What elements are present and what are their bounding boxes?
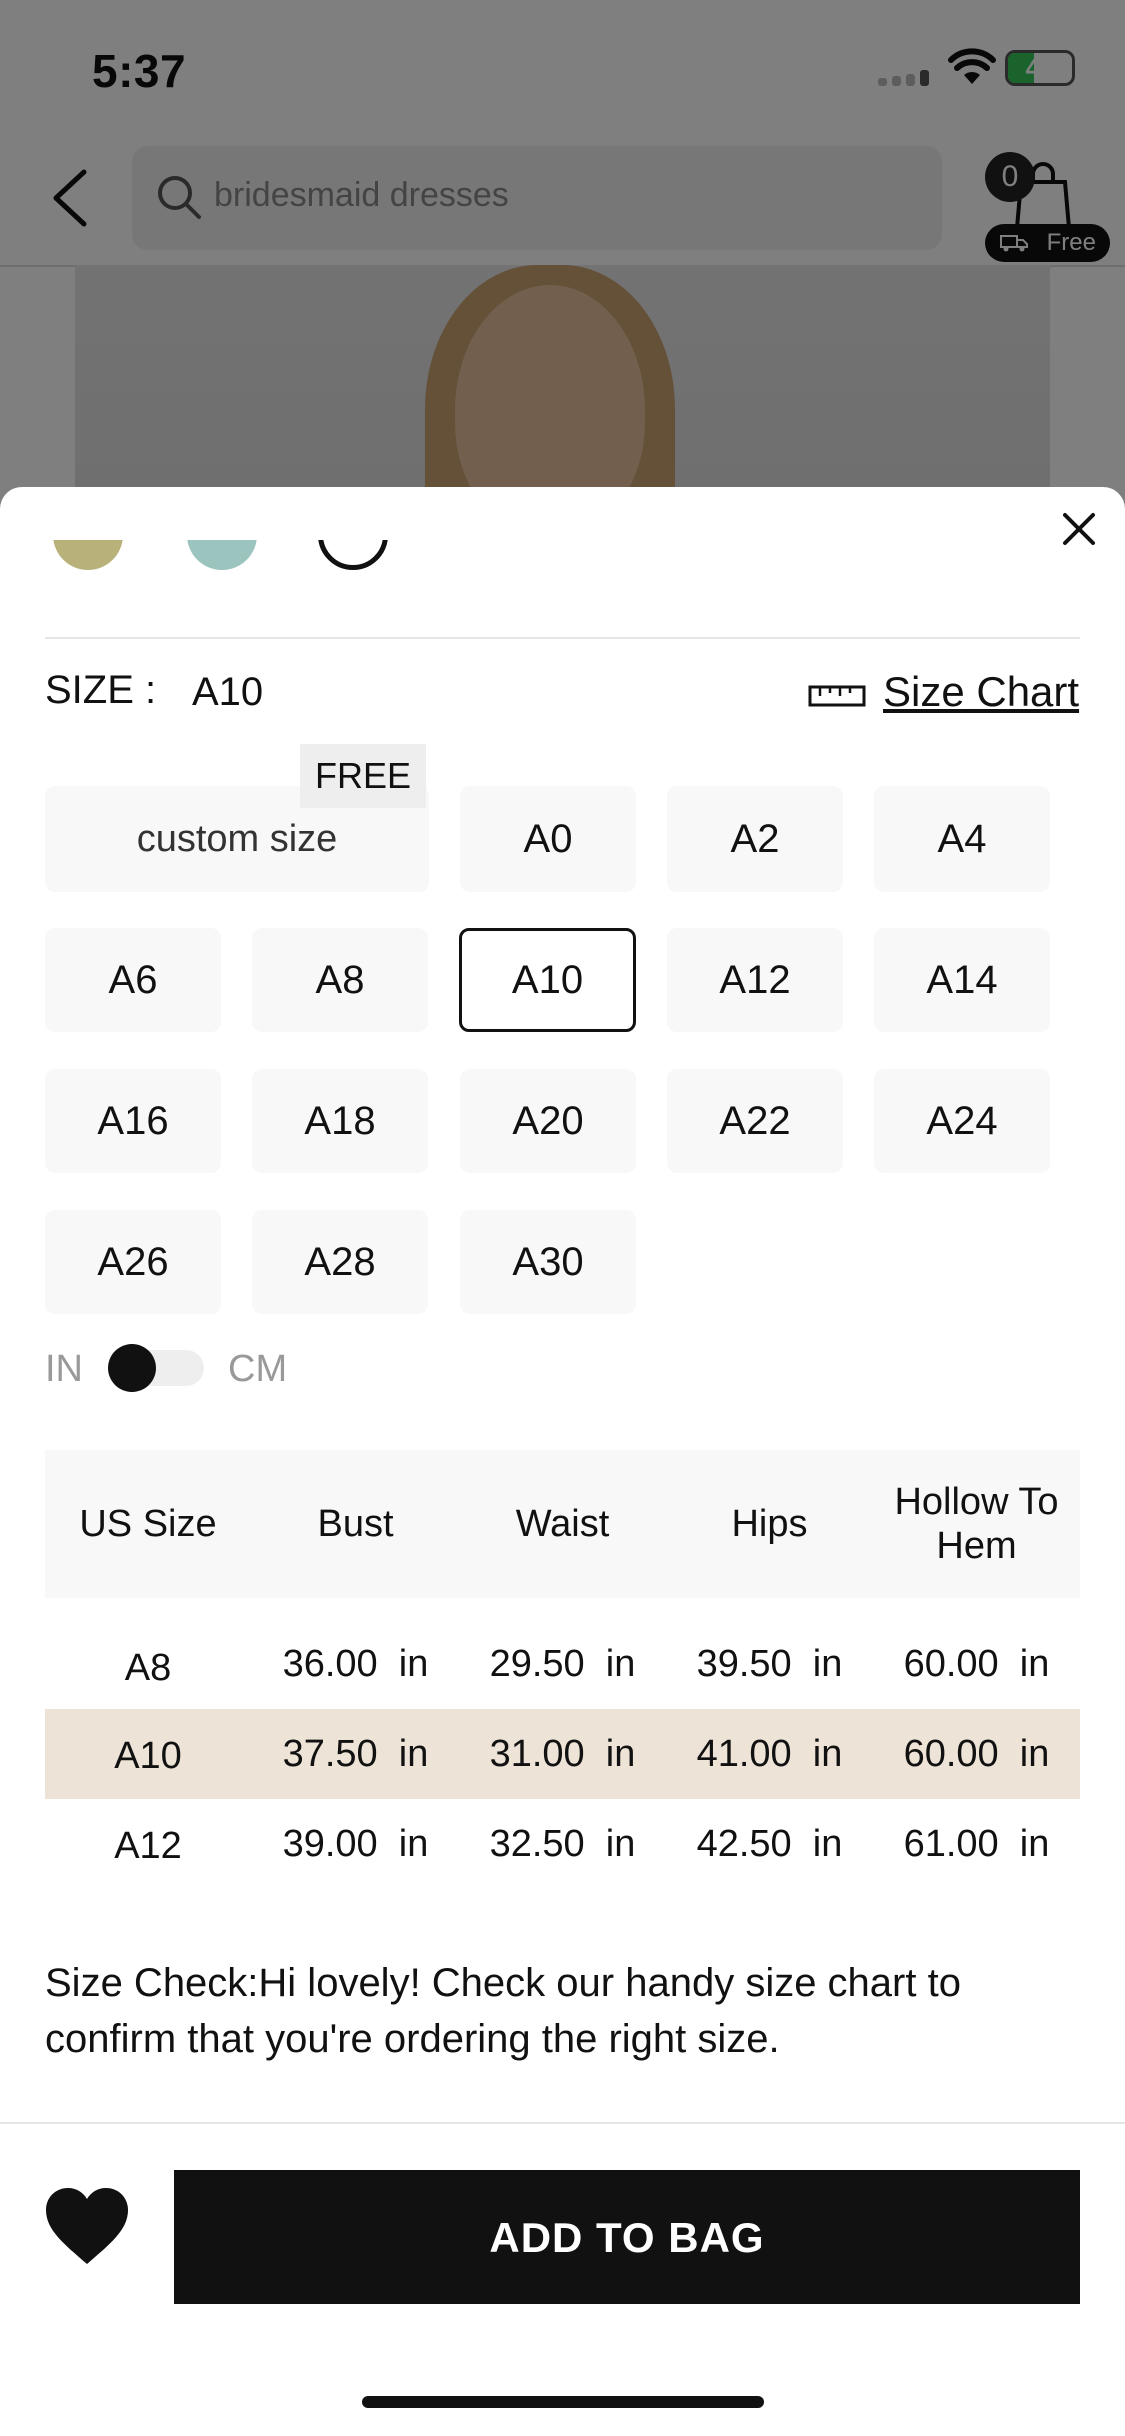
selected-size-value: A10 [192,670,264,714]
size-option-a4[interactable]: A4 [874,786,1050,892]
size-option-a8[interactable]: A8 [252,928,428,1032]
add-to-bag-button[interactable]: ADD TO BAG [174,2170,1080,2304]
table-cell: 41.00 in [696,1733,843,1775]
unit-in-label: IN [45,1348,83,1390]
home-indicator [362,2396,764,2408]
size-option-a12[interactable]: A12 [667,928,843,1032]
size-label: SIZE : [45,668,157,712]
size-option-a30[interactable]: A30 [460,1210,636,1314]
color-swatch[interactable] [53,540,123,590]
table-cell: A8 [124,1647,172,1689]
table-row: A12 39.00 in 32.50 in 42.50 in 61.00 in [45,1799,1080,1889]
table-cell: 31.00 in [489,1733,636,1775]
size-check-note: Size Check:Hi lovely! Check our handy si… [45,1961,961,2061]
table-cell: 37.50 in [282,1733,429,1775]
table-row: A8 36.00 in 29.50 in 39.50 in 60.00 in [45,1619,1080,1709]
table-cell: 42.50 in [696,1823,843,1865]
column-header: Waist [515,1503,610,1545]
table-row-highlighted: A10 37.50 in 31.00 in 41.00 in 60.00 in [45,1709,1080,1799]
column-header: Bust [317,1503,394,1545]
size-table-header: US Size Bust Waist Hips Hollow To Hem [45,1450,1080,1598]
table-cell: 29.50 in [489,1643,636,1685]
size-option-a6[interactable]: A6 [45,928,221,1032]
table-cell: 60.00 in [903,1643,1050,1685]
size-option-a0[interactable]: A0 [460,786,636,892]
table-cell: A10 [114,1735,182,1777]
column-header: Hips [731,1503,808,1545]
size-option-a2[interactable]: A2 [667,786,843,892]
table-cell: 60.00 in [903,1733,1050,1775]
size-option-a24[interactable]: A24 [874,1069,1050,1173]
unit-cm-label: CM [228,1348,288,1390]
size-option-a28[interactable]: A28 [252,1210,428,1314]
table-cell: 39.50 in [696,1643,843,1685]
size-chart-link[interactable]: Size Chart [883,668,1079,716]
size-option-a20[interactable]: A20 [460,1069,636,1173]
close-icon[interactable] [1062,512,1096,546]
free-badge: FREE [300,744,426,808]
color-swatch-selected[interactable] [318,540,388,590]
divider [0,2122,1125,2124]
table-cell: 39.00 in [282,1823,429,1865]
color-swatch[interactable] [187,540,257,590]
ruler-icon [808,685,866,707]
unit-toggle-knob[interactable] [108,1344,156,1392]
table-cell: 32.50 in [489,1823,636,1865]
divider [45,637,1080,639]
table-cell: 36.00 in [282,1643,429,1685]
size-option-a14[interactable]: A14 [874,928,1050,1032]
size-option-a16[interactable]: A16 [45,1069,221,1173]
size-option-a26[interactable]: A26 [45,1210,221,1314]
size-option-a10-selected[interactable]: A10 [459,928,636,1032]
heart-icon[interactable] [44,2186,130,2266]
column-header: US Size [79,1503,217,1545]
column-header: Hollow To Hem [894,1481,1059,1567]
size-option-a18[interactable]: A18 [252,1069,428,1173]
table-cell: A12 [114,1825,182,1867]
size-option-a22[interactable]: A22 [667,1069,843,1173]
table-cell: 61.00 in [903,1823,1050,1865]
